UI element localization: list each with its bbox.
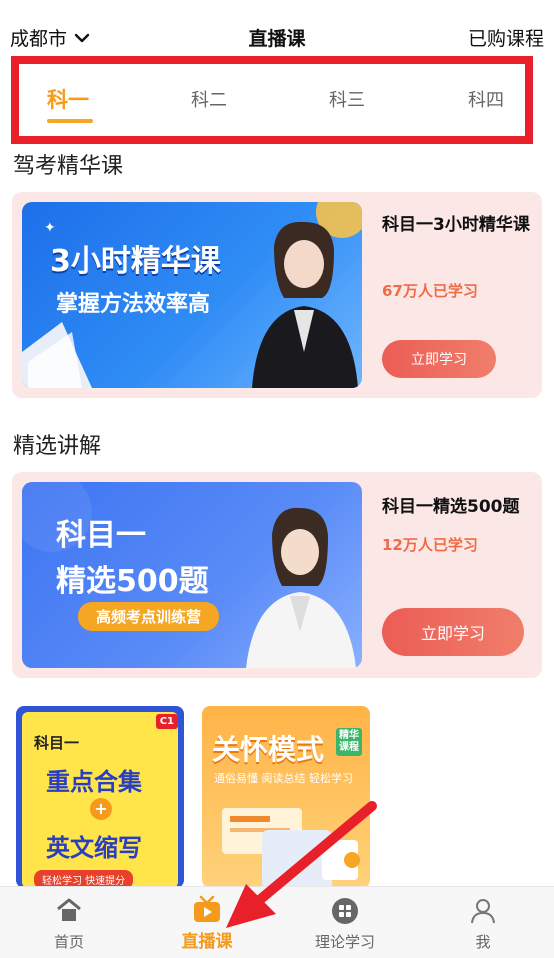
- thumb-line-2: 英文缩写: [46, 834, 142, 862]
- course-thumb-key-points[interactable]: C1 科目一 重点合集 + 英文缩写 轻松学习 快速提分: [16, 706, 184, 888]
- section-title-essentials: 驾考精华课: [13, 154, 124, 179]
- nav-item-theory[interactable]: 理论学习: [276, 887, 414, 958]
- thumb-title: 关怀模式: [212, 733, 325, 766]
- course-title: 科目一3小时精华课: [382, 215, 530, 235]
- tab-subject-2[interactable]: 科二: [191, 86, 227, 112]
- course-thumb-care-mode[interactable]: 关怀模式 精华课程 通俗易懂 阅读总结 轻松学习: [202, 706, 370, 888]
- thumb-illustration: [222, 808, 360, 888]
- banner-subheadline: 精选500题: [56, 564, 209, 599]
- banner-headline: 3小时精华课: [50, 244, 221, 279]
- learner-count: 67万人已学习: [382, 282, 478, 300]
- active-tab-indicator: [47, 119, 93, 123]
- course-card-essentials[interactable]: ✦ 3小时精华课 掌握方法效率高 科目一3小时精华课 67万人已学习 立即学习: [12, 192, 542, 398]
- license-badge: C1: [155, 714, 178, 729]
- plus-badge: +: [90, 798, 112, 820]
- tab-subject-1[interactable]: 科一: [47, 84, 89, 114]
- section-title-selected: 精选讲解: [13, 434, 102, 459]
- thumb-subject: 科目一: [34, 734, 80, 752]
- grid-icon: [332, 898, 358, 924]
- purchased-courses-link[interactable]: 已购课程: [468, 24, 544, 51]
- nav-label: 理论学习: [314, 933, 375, 951]
- tab-subject-3[interactable]: 科三: [329, 86, 365, 112]
- tab-subject-4[interactable]: 科四: [468, 86, 504, 112]
- svg-text:✦: ✦: [44, 220, 56, 236]
- bottom-nav: 首页 直播课 理论学习 我: [0, 886, 554, 958]
- start-learning-button[interactable]: 立即学习: [382, 608, 524, 656]
- nav-label: 直播课: [181, 932, 233, 952]
- learner-count: 12万人已学习: [382, 536, 478, 554]
- banner-subheadline: 掌握方法效率高: [56, 292, 211, 317]
- tv-play-icon: [194, 895, 220, 922]
- subject-tabs: 科一 科二 科三 科四: [19, 64, 525, 136]
- course-banner-essentials[interactable]: ✦ 3小时精华课 掌握方法效率高: [22, 202, 362, 388]
- course-card-selected-500[interactable]: 科目一 精选500题 高频考点训练营 科目一精选500题 12万人已学习 立即学…: [12, 472, 542, 678]
- start-learning-button[interactable]: 立即学习: [382, 340, 496, 378]
- home-icon: [57, 898, 81, 921]
- banner-tag: 高频考点训练营: [78, 602, 220, 631]
- thumb-subtitle: 通俗易懂 阅读总结 轻松学习: [214, 772, 353, 785]
- course-title: 科目一精选500题: [382, 497, 520, 517]
- thumb-line-1: 重点合集: [46, 768, 142, 796]
- essence-badge: 精华课程: [336, 728, 362, 756]
- nav-label: 我: [475, 933, 491, 951]
- nav-item-live[interactable]: 直播课: [138, 887, 276, 958]
- nav-item-home[interactable]: 首页: [0, 887, 138, 958]
- nav-label: 首页: [53, 933, 84, 951]
- subject-tabs-highlight: 科一 科二 科三 科四: [11, 56, 533, 144]
- course-banner-selected-500[interactable]: 科目一 精选500题 高频考点训练营: [22, 482, 362, 668]
- banner-headline: 科目一: [56, 518, 146, 553]
- person-icon: [471, 899, 495, 924]
- nav-item-me[interactable]: 我: [414, 887, 552, 958]
